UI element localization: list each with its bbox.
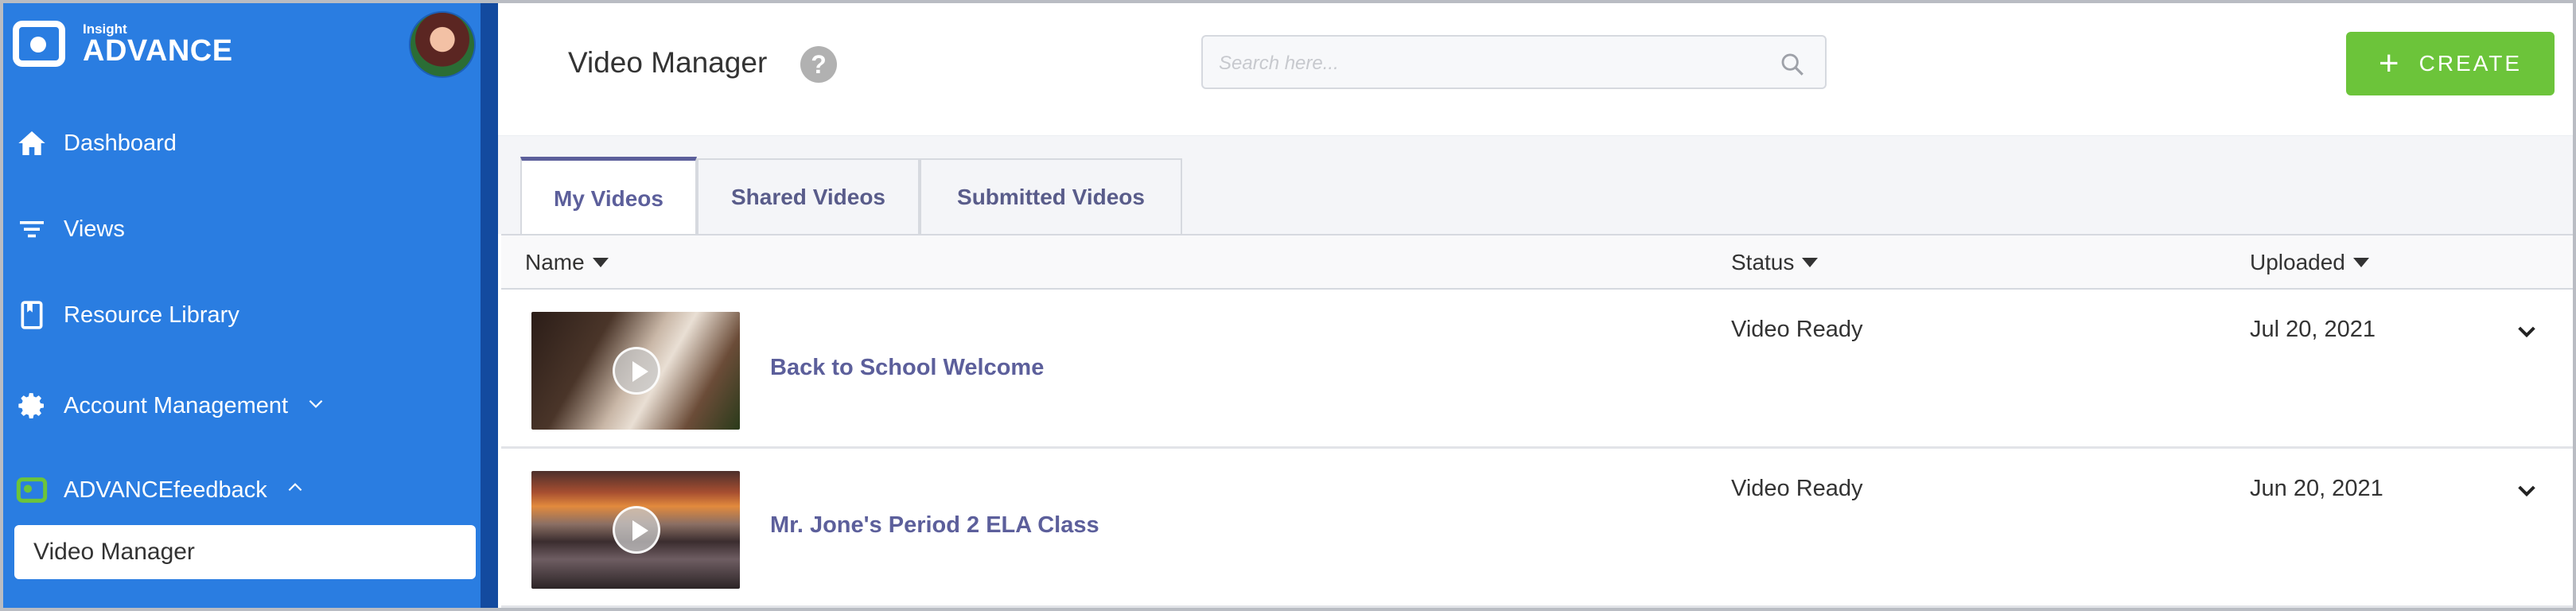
sidebar: Insight ADVANCE Dashboard Views Resource… — [3, 3, 481, 608]
sidebar-subitem-video-manager[interactable]: Video Manager — [14, 525, 476, 579]
column-header-uploaded[interactable]: Uploaded — [2250, 250, 2369, 275]
advancefeedback-icon — [14, 473, 49, 508]
video-status: Video Ready — [1731, 317, 1863, 342]
chevron-up-icon — [285, 477, 305, 504]
user-avatar[interactable] — [409, 11, 476, 78]
logo-big-text: ADVANCE — [83, 33, 233, 68]
table-row[interactable]: Back to School Welcome Video Ready Jul 2… — [501, 290, 2573, 449]
chevron-down-icon — [305, 393, 326, 419]
sidebar-item-resource-library[interactable]: Resource Library — [14, 298, 239, 333]
column-header-name[interactable]: Name — [525, 250, 609, 275]
search-icon[interactable] — [1779, 51, 1806, 78]
sort-caret-icon — [592, 258, 609, 267]
filter-icon — [14, 212, 49, 247]
bookmark-icon — [14, 298, 49, 333]
video-status: Video Ready — [1731, 476, 1863, 501]
video-thumbnail[interactable] — [531, 471, 740, 589]
video-title[interactable]: Mr. Jone's Period 2 ELA Class — [770, 512, 1099, 539]
logo-small-text: Insight — [83, 21, 127, 37]
chevron-down-icon[interactable] — [2514, 318, 2539, 344]
table-row[interactable]: Mr. Jone's Period 2 ELA Class Video Read… — [501, 449, 2573, 608]
tab-shared-videos[interactable]: Shared Videos — [697, 158, 920, 235]
help-icon[interactable]: ? — [800, 46, 837, 83]
sidebar-item-label: ADVANCEfeedback — [64, 477, 267, 503]
sidebar-item-dashboard[interactable]: Dashboard — [14, 126, 177, 161]
video-uploaded-date: Jul 20, 2021 — [2250, 317, 2376, 342]
play-icon[interactable] — [613, 347, 660, 395]
sidebar-item-label: Views — [64, 216, 125, 242]
video-uploaded-date: Jun 20, 2021 — [2250, 476, 2383, 501]
play-icon[interactable] — [613, 506, 660, 554]
page-title: Video Manager — [568, 46, 768, 79]
sidebar-divider — [481, 3, 498, 608]
sidebar-item-advancefeedback[interactable]: ADVANCEfeedback — [14, 473, 305, 508]
app-logo[interactable]: Insight ADVANCE — [13, 21, 233, 67]
logo-icon — [13, 21, 65, 67]
video-thumbnail[interactable] — [531, 312, 740, 430]
app-window: Insight ADVANCE Dashboard Views Resource… — [0, 0, 2576, 611]
sidebar-item-label: Dashboard — [64, 130, 177, 156]
gear-icon — [14, 388, 49, 423]
plus-icon: + — [2378, 44, 2402, 83]
search-box[interactable] — [1201, 35, 1827, 89]
sort-caret-icon — [2352, 258, 2369, 267]
sidebar-item-label: Account Management — [64, 392, 289, 418]
sidebar-item-views[interactable]: Views — [14, 212, 125, 247]
sort-caret-icon — [1802, 258, 1819, 267]
column-header-status[interactable]: Status — [1731, 250, 1819, 275]
tab-bar: My Videos Shared Videos Submitted Videos — [498, 135, 2573, 236]
tab-my-videos[interactable]: My Videos — [520, 157, 697, 236]
home-icon — [14, 126, 49, 161]
sidebar-item-label: Resource Library — [64, 302, 239, 328]
chevron-down-icon[interactable] — [2514, 477, 2539, 503]
table-header: Name Status Uploaded — [501, 234, 2573, 290]
sidebar-item-account-management[interactable]: Account Management — [14, 388, 326, 423]
page-header: Video Manager ? + CREATE — [498, 3, 2573, 135]
video-title[interactable]: Back to School Welcome — [770, 355, 1044, 381]
create-button-label: CREATE — [2418, 51, 2523, 76]
create-button[interactable]: + CREATE — [2346, 32, 2555, 95]
search-input[interactable] — [1219, 48, 1760, 80]
tab-submitted-videos[interactable]: Submitted Videos — [920, 158, 1182, 235]
